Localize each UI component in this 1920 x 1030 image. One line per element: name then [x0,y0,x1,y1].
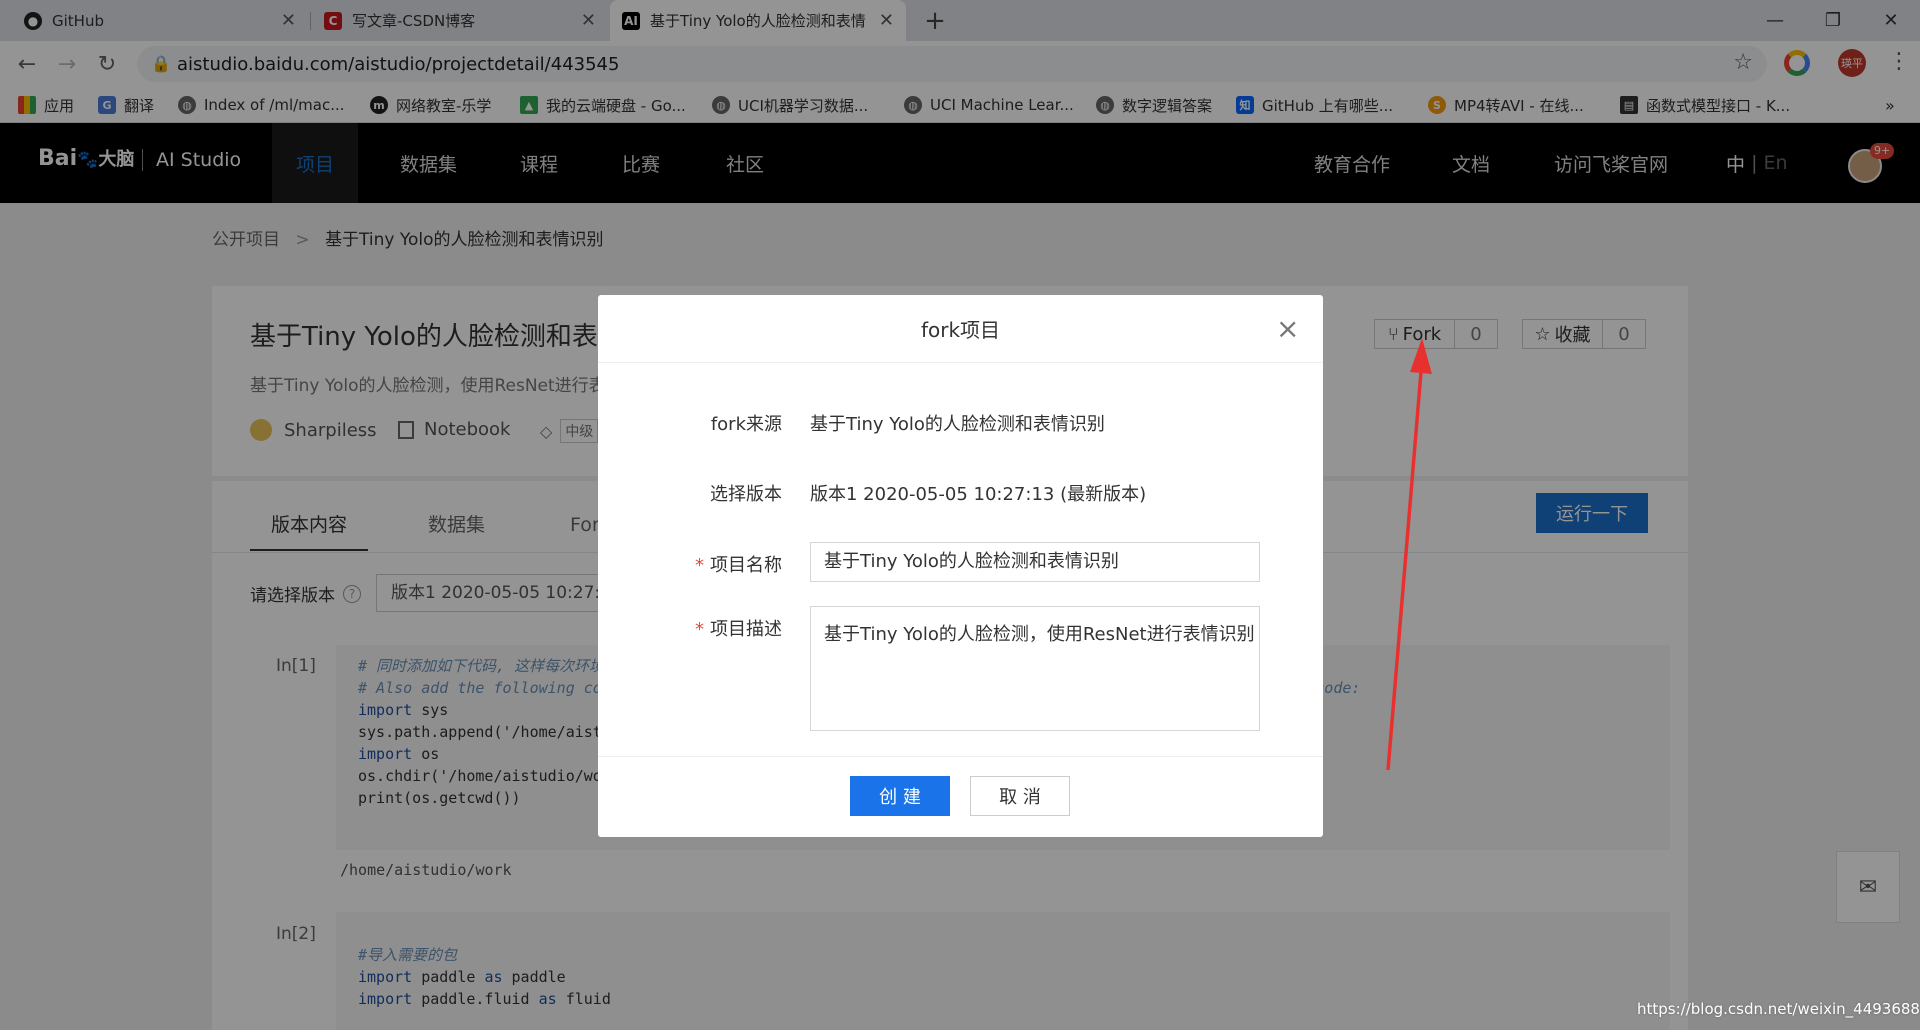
project-name-input[interactable]: 基于Tiny Yolo的人脸检测和表情识别 [810,542,1260,582]
name-label: * 项目名称 [695,555,782,576]
dialog-title: fork项目 [598,295,1323,363]
version-value: 版本1 2020-05-05 10:27:13 (最新版本) [810,484,1147,505]
source-value: 基于Tiny Yolo的人脸检测和表情识别 [810,414,1105,435]
project-description-textarea[interactable]: 基于Tiny Yolo的人脸检测，使用ResNet进行表情识别 [810,606,1260,731]
desc-label: * 项目描述 [695,619,782,640]
create-button[interactable]: 创 建 [850,776,950,816]
annotation-arrow [1386,338,1432,771]
source-label: fork来源 [710,414,782,435]
cancel-button[interactable]: 取 消 [970,776,1070,816]
close-icon[interactable]: × [1276,315,1299,343]
watermark: https://blog.csdn.net/weixin_44936889 [1637,1000,1920,1018]
fork-dialog: fork项目 × fork来源 基于Tiny Yolo的人脸检测和表情识别 选择… [598,295,1323,837]
version-label: 选择版本 [710,484,782,505]
